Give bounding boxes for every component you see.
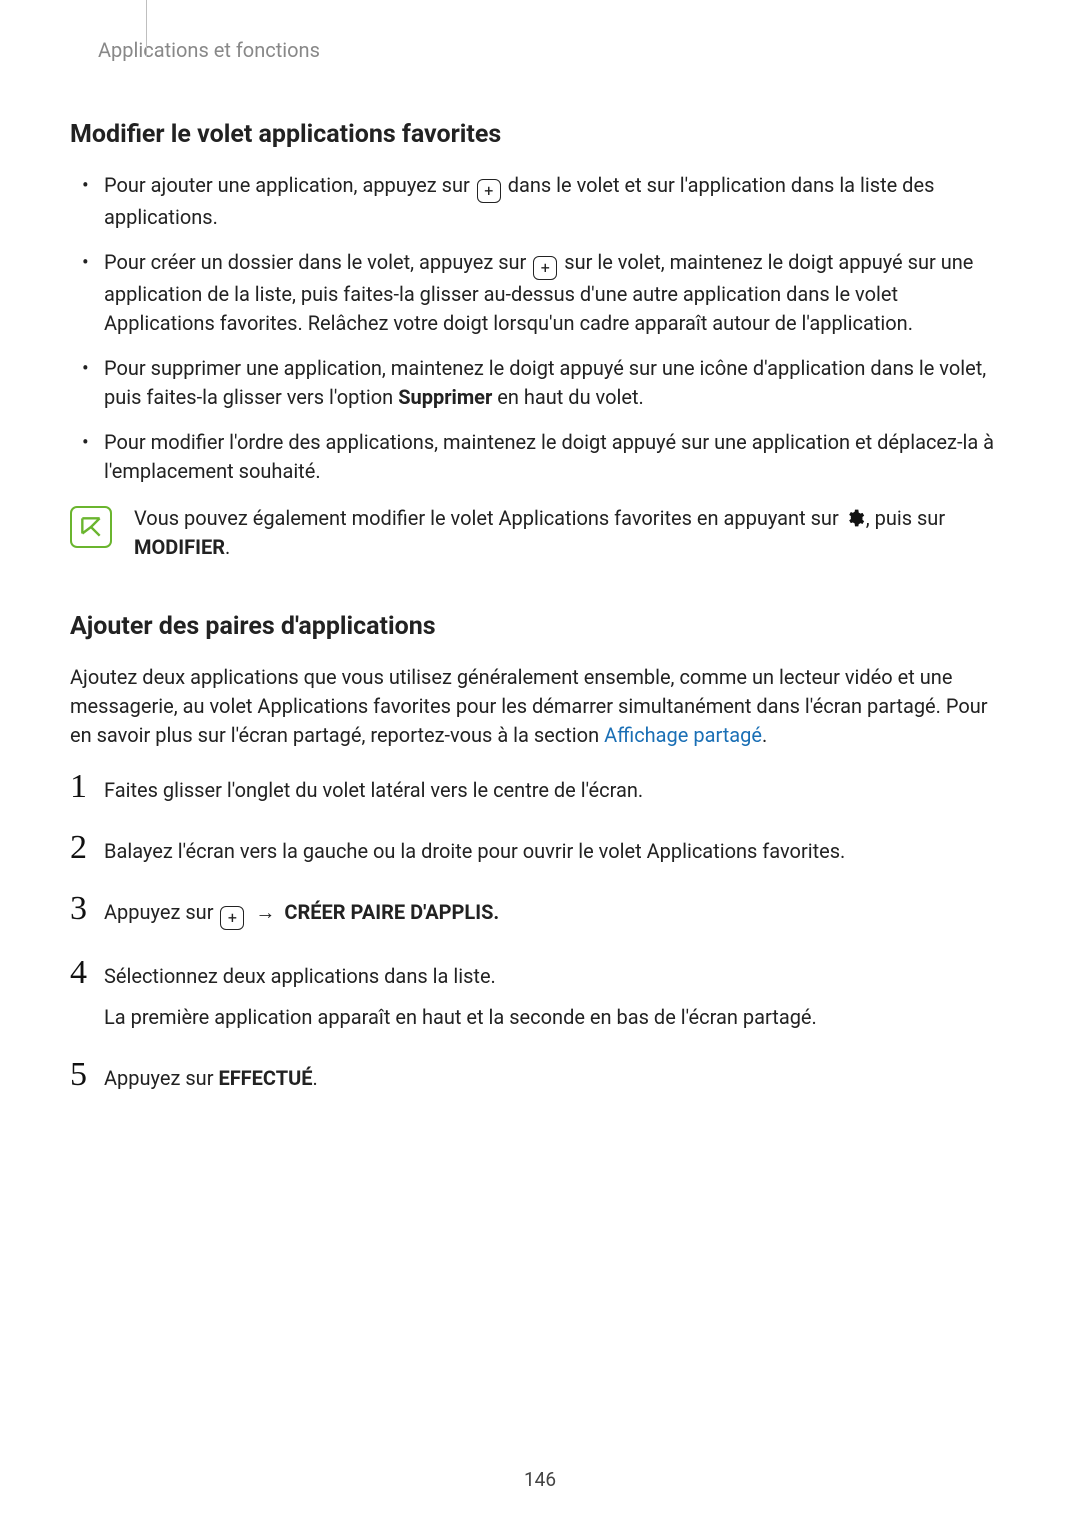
text: Vous pouvez également modifier le volet … (134, 506, 844, 530)
bullet-delete-app: Pour supprimer une application, maintene… (100, 354, 1010, 412)
text-bold-effectue: EFFECTUÉ (218, 1066, 312, 1090)
gear-icon (845, 508, 865, 528)
heading-add-app-pairs: Ajouter des paires d'applications (70, 612, 1010, 641)
text: Appuyez sur (104, 900, 218, 924)
text: Appuyez sur (104, 1066, 218, 1090)
text: . (313, 1066, 318, 1090)
bullet-add-app: Pour ajouter une application, appuyez su… (100, 171, 1010, 232)
plus-icon (220, 906, 244, 930)
step-body: Faites glisser l'onglet du volet latéral… (104, 770, 1010, 805)
plus-icon (533, 256, 557, 280)
steps-list: 1 Faites glisser l'onglet du volet latér… (70, 770, 1010, 1093)
text: Pour créer un dossier dans le volet, app… (104, 250, 531, 274)
text: La première application apparaît en haut… (104, 1003, 1010, 1032)
step-number: 3 (70, 892, 104, 926)
note-icon (70, 506, 112, 548)
text: . (762, 723, 767, 747)
step-number: 1 (70, 770, 104, 804)
text: Ajoutez deux applications que vous utili… (70, 665, 988, 747)
text: Pour modifier l'ordre des applications, … (104, 430, 994, 483)
bullet-create-folder: Pour créer un dossier dans le volet, app… (100, 248, 1010, 338)
text-bold-supprimer: Supprimer (398, 385, 492, 409)
bullet-reorder-apps: Pour modifier l'ordre des applications, … (100, 428, 1010, 486)
step-4: 4 Sélectionnez deux applications dans la… (70, 956, 1010, 1032)
step-1: 1 Faites glisser l'onglet du volet latér… (70, 770, 1010, 805)
step-body: Balayez l'écran vers la gauche ou la dro… (104, 831, 1010, 866)
arrow-icon: → (250, 900, 280, 924)
page-number: 146 (0, 1468, 1080, 1491)
text: , puis sur (866, 506, 945, 530)
step-3: 3 Appuyez sur → CRÉER PAIRE D'APPLIS. (70, 892, 1010, 930)
text: Pour ajouter une application, appuyez su… (104, 173, 475, 197)
step-number: 2 (70, 831, 104, 865)
bullet-list: Pour ajouter une application, appuyez su… (70, 171, 1010, 486)
note: Vous pouvez également modifier le volet … (70, 504, 1010, 562)
step-2: 2 Balayez l'écran vers la gauche ou la d… (70, 831, 1010, 866)
text-bold-creer-paire: CRÉER PAIRE D'APPLIS. (284, 900, 499, 924)
step-5: 5 Appuyez sur EFFECTUÉ. (70, 1058, 1010, 1093)
text: en haut du volet. (492, 385, 644, 409)
heading-modify-favorites: Modifier le volet applications favorites (70, 120, 1010, 149)
text: Sélectionnez deux applications dans la l… (104, 964, 496, 988)
step-number: 5 (70, 1058, 104, 1092)
text: . (225, 535, 230, 559)
step-body: Sélectionnez deux applications dans la l… (104, 956, 1010, 1032)
note-text: Vous pouvez également modifier le volet … (134, 504, 1010, 562)
header-divider (146, 0, 157, 56)
intro-paragraph: Ajoutez deux applications que vous utili… (70, 663, 1010, 750)
step-body: Appuyez sur EFFECTUÉ. (104, 1058, 1010, 1093)
step-number: 4 (70, 956, 104, 990)
step-body: Appuyez sur → CRÉER PAIRE D'APPLIS. (104, 892, 1010, 930)
breadcrumb: Applications et fonctions (98, 38, 1010, 62)
plus-icon (477, 179, 501, 203)
link-affichage-partage[interactable]: Affichage partagé (604, 723, 762, 747)
text-bold-modifier: MODIFIER (134, 535, 225, 559)
